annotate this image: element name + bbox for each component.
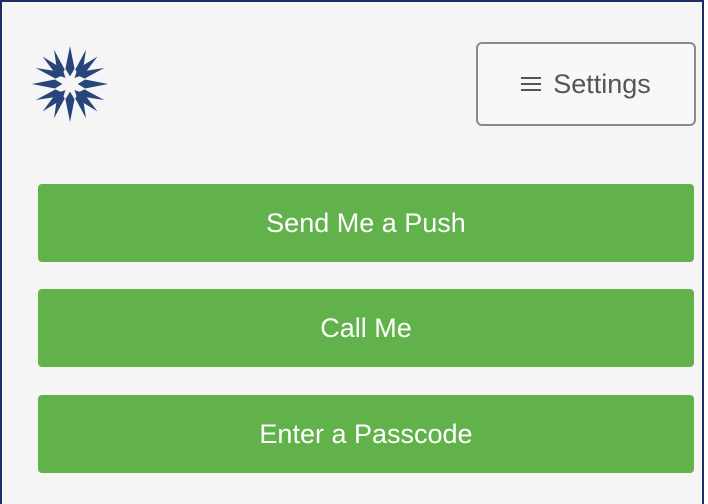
settings-label: Settings: [553, 68, 651, 99]
auth-panel: Settings Send Me a Push Call Me Enter a …: [0, 0, 704, 504]
settings-button[interactable]: Settings: [476, 42, 696, 126]
starburst-logo-icon: [32, 46, 108, 122]
call-me-button[interactable]: Call Me: [38, 289, 694, 367]
hamburger-menu-icon: [521, 76, 542, 92]
enter-a-passcode-button[interactable]: Enter a Passcode: [38, 395, 694, 473]
send-me-a-push-button[interactable]: Send Me a Push: [38, 184, 694, 262]
